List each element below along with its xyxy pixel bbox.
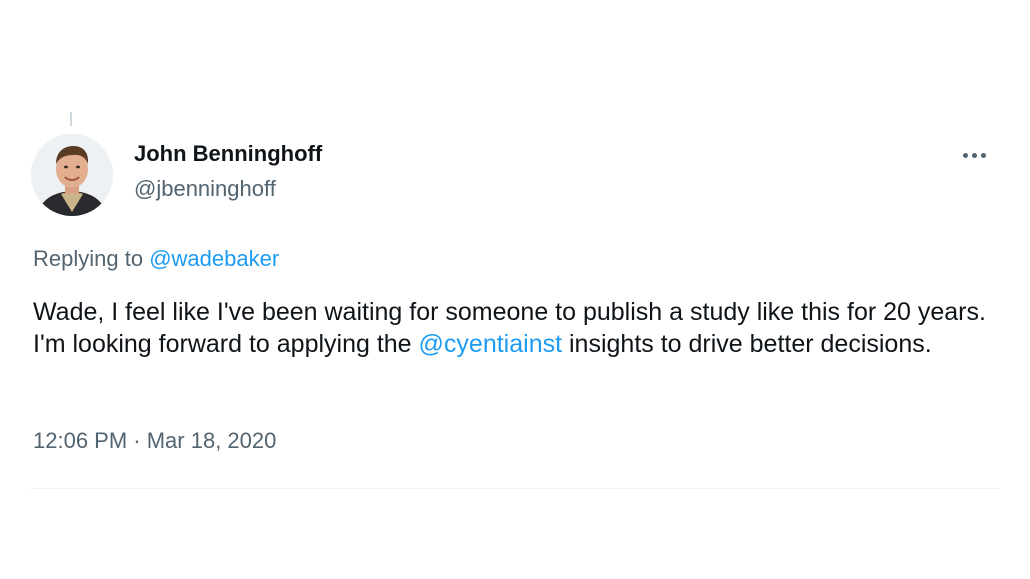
author-handle[interactable]: @jbenninghoff <box>134 176 276 202</box>
tweet-text: Wade, I feel like I've been waiting for … <box>33 296 1003 360</box>
tweet-mention-link[interactable]: @cyentiainst <box>419 330 563 358</box>
profile-photo-icon <box>31 134 113 216</box>
divider <box>30 488 1000 489</box>
more-horizontal-icon <box>962 152 986 158</box>
tweet-timestamp[interactable]: 12:06 PM · Mar 18, 2020 <box>33 428 276 454</box>
dot <box>962 152 968 158</box>
tweet-text-part2: insights to drive better decisions. <box>562 330 932 358</box>
dot <box>980 152 986 158</box>
replying-to-label: Replying to <box>33 246 150 271</box>
thread-connector-line <box>70 112 72 126</box>
author-name[interactable]: John Benninghoff <box>134 141 322 167</box>
more-options-button[interactable] <box>956 143 992 167</box>
replying-to-line: Replying to @wadebaker <box>33 246 279 272</box>
avatar[interactable] <box>31 134 113 216</box>
tweet-card: John Benninghoff @jbenninghoff Replying … <box>0 0 1030 579</box>
dot <box>971 152 977 158</box>
reply-mention-link[interactable]: @wadebaker <box>149 246 279 271</box>
